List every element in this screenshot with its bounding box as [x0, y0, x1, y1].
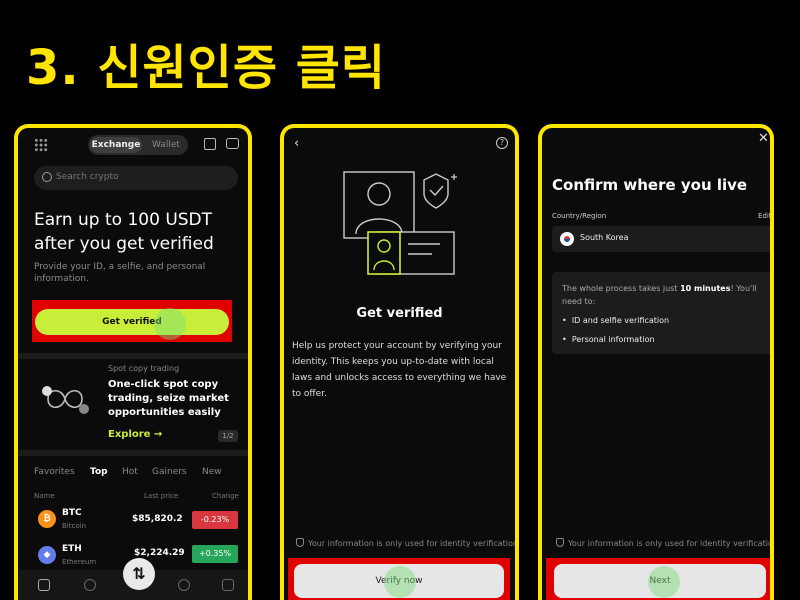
infinity-copy-icon [42, 386, 89, 414]
requirement-item: • Personal information [562, 335, 655, 344]
market-tab-top[interactable]: Top [90, 467, 108, 477]
promo-text: One-click spot copy trading, seize marke… [108, 379, 229, 418]
south-korea-flag-icon [560, 232, 574, 246]
back-icon[interactable]: ‹ [294, 136, 299, 151]
column-change: Change [212, 492, 239, 500]
markets-icon[interactable] [84, 579, 96, 591]
screen-exchange-home: Exchange Wallet Search crypto Earn up to… [14, 124, 252, 600]
market-tab-favorites[interactable]: Favorites [34, 467, 75, 477]
divider [18, 450, 248, 456]
country-select[interactable]: South Korea [552, 226, 770, 252]
requirements-intro: The whole process takes just 10 minutes!… [562, 284, 757, 306]
shield-icon [296, 538, 304, 547]
coin-symbol: ETH [62, 544, 82, 554]
apps-grid-icon[interactable] [34, 138, 48, 152]
search-input[interactable]: Search crypto [34, 166, 238, 190]
tap-indicator [384, 566, 416, 598]
chat-icon[interactable] [226, 138, 239, 149]
column-name: Name [34, 492, 55, 500]
duration-highlight: 10 minutes [680, 284, 731, 293]
market-tab-gainers[interactable]: Gainers [152, 467, 187, 477]
promo-headline: Earn up to 100 USDT after you get verifi… [34, 210, 214, 254]
home-icon[interactable] [38, 579, 50, 591]
promo-caption: Spot copy trading [108, 364, 180, 373]
country-value: South Korea [580, 233, 629, 242]
promo-subline: Provide your ID, a selfie, and personal … [34, 262, 206, 284]
edit-link[interactable]: Edit [758, 212, 770, 220]
assets-icon[interactable] [222, 579, 234, 591]
country-label: Country/Region [552, 212, 607, 220]
gift-icon[interactable] [204, 138, 216, 150]
divider [18, 353, 248, 359]
get-verified-title: Get verified [356, 306, 443, 321]
tap-indicator [648, 566, 680, 598]
search-placeholder: Search crypto [56, 172, 119, 182]
privacy-note: Your information is only used for identi… [556, 538, 774, 548]
help-icon[interactable]: ? [496, 137, 508, 149]
tap-indicator [154, 308, 186, 340]
earn-icon[interactable] [178, 579, 190, 591]
privacy-note-text: Your information is only used for identi… [308, 539, 519, 548]
coin-price: $2,224.29 [134, 548, 185, 558]
explore-link[interactable]: Explore → [108, 429, 162, 440]
tab-exchange[interactable]: Exchange [90, 137, 142, 153]
coin-name: Ethereum [62, 558, 97, 566]
shield-icon [556, 538, 564, 547]
privacy-note: Your information is only used for identi… [296, 538, 519, 548]
close-icon[interactable]: ✕ [758, 131, 769, 146]
id-verification-illustration [343, 171, 457, 275]
coin-change: +0.35% [192, 545, 238, 563]
market-tab-new[interactable]: New [202, 467, 222, 477]
confirm-residence-title: Confirm where you live [552, 176, 748, 194]
search-icon [42, 172, 52, 182]
coin-name: Bitcoin [62, 522, 87, 530]
table-row[interactable]: ₿ BTC Bitcoin $85,820.2 -0.23% [18, 506, 248, 540]
carousel-pager: 1/2 [218, 430, 238, 442]
coin-change: -0.23% [192, 511, 238, 529]
get-verified-description: Help us protect your account by verifyin… [292, 341, 507, 399]
trade-swap-button[interactable]: ⇅ [123, 558, 155, 590]
market-tab-hot[interactable]: Hot [122, 467, 138, 477]
coin-symbol: BTC [62, 508, 82, 518]
tab-wallet[interactable]: Wallet [146, 137, 186, 153]
slide-title: 3. 신원인증 클릭 [26, 40, 387, 96]
get-verified-button[interactable]: Get verified [35, 309, 229, 335]
screen-get-verified: ‹ ? Get verified Help us protect your ac… [280, 124, 519, 600]
ethereum-icon: ◆ [38, 546, 56, 564]
column-last-price: Last price [144, 492, 179, 500]
coin-price: $85,820.2 [132, 514, 183, 524]
bitcoin-icon: ₿ [38, 510, 56, 528]
requirements-card: The whole process takes just 10 minutes!… [552, 272, 770, 354]
screen-confirm-residence: ✕ Confirm where you live Country/Region … [538, 124, 774, 600]
exchange-wallet-toggle[interactable]: Exchange Wallet [88, 135, 188, 155]
privacy-note-text: Your information is only used for identi… [568, 539, 774, 548]
requirement-item: • ID and selfie verification [562, 316, 670, 325]
